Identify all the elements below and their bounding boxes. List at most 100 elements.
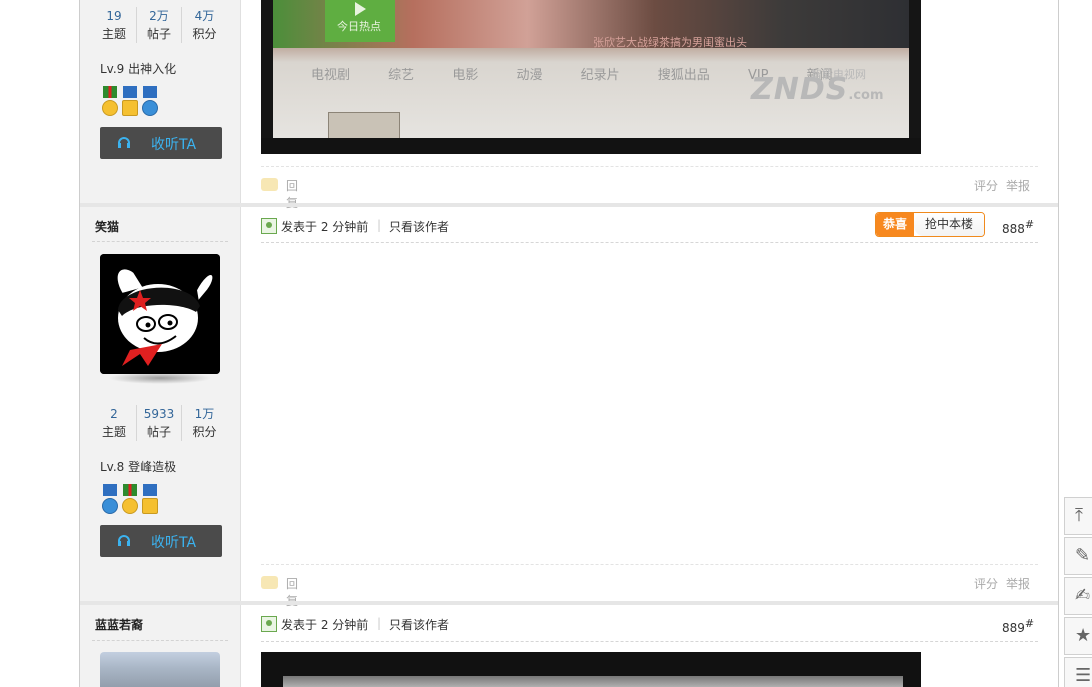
post-footer-divider	[261, 564, 1038, 565]
stat-points[interactable]: 1万 积分	[182, 405, 227, 441]
logo-subtitle: 智能电视网	[811, 68, 866, 81]
tv-nav-item: 动漫	[516, 68, 543, 83]
stat-number: 2	[110, 407, 118, 421]
rate-link[interactable]: 评分	[974, 179, 998, 193]
stat-label: 积分	[192, 27, 217, 41]
post-footer-divider	[261, 166, 1038, 167]
post-header-divider	[261, 641, 1038, 642]
tv-nav-item: 纪录片	[580, 68, 620, 83]
favorite-button[interactable]: ★	[1064, 617, 1092, 655]
user-stats: 2 主题 5933 帖子 1万 积分	[92, 405, 228, 441]
badge-grab-floor: 抢中本楼	[914, 213, 984, 236]
report-link[interactable]: 举报	[1006, 179, 1030, 193]
view-author-only-link[interactable]: 只看该作者	[389, 616, 449, 633]
medal-icon[interactable]	[100, 484, 120, 518]
listen-label: 收听TA	[151, 535, 197, 551]
headphones-icon	[118, 137, 130, 148]
post-time: 发表于 2 分钟前	[281, 618, 369, 632]
report-link[interactable]: 举报	[1006, 577, 1030, 591]
post-separator	[80, 203, 1058, 207]
post-footer-actions: 评分 举报	[974, 575, 1030, 592]
medal-icon[interactable]	[120, 484, 140, 518]
tv-nav-item: 电视剧	[311, 68, 351, 83]
floor-value: 888	[1002, 222, 1025, 236]
user-level[interactable]: Lv.8 登峰造极	[100, 458, 176, 475]
badge-congrats: 恭喜	[876, 213, 914, 236]
user-level[interactable]: Lv.9 出神入化	[100, 60, 176, 77]
reply-icon	[261, 576, 278, 589]
username[interactable]: 蓝蓝若裔	[95, 616, 143, 633]
stat-number: 19	[106, 9, 122, 23]
medal-list	[100, 86, 162, 120]
stat-topics[interactable]: 19 主题	[92, 7, 137, 43]
user-avatar[interactable]	[100, 254, 220, 374]
post-header-divider	[261, 242, 1038, 243]
post-time: 发表于 2 分钟前	[281, 220, 369, 234]
post-separator	[80, 601, 1058, 605]
floor-value: 889	[1002, 621, 1025, 635]
banner-play-label: 今日热点	[337, 20, 381, 33]
stat-number: 5933	[143, 407, 175, 421]
user-avatar[interactable]	[100, 652, 220, 687]
edit-icon: ✎	[1075, 545, 1091, 566]
stat-label: 积分	[192, 425, 217, 439]
medal-icon[interactable]	[100, 86, 120, 120]
stat-number: 4万	[194, 9, 215, 23]
medal-list	[100, 484, 162, 518]
list-icon: ☰	[1075, 665, 1092, 686]
rate-link[interactable]: 评分	[974, 577, 998, 591]
stat-points[interactable]: 4万 积分	[182, 7, 227, 43]
view-author-only-link[interactable]: 只看该作者	[389, 218, 449, 235]
floor-number[interactable]: 888#	[1002, 218, 1034, 236]
listen-button[interactable]: 收听TA	[100, 127, 222, 159]
znds-watermark-logo: 智能电视网 ZNDS.com	[751, 68, 884, 107]
stat-number: 1万	[194, 407, 215, 421]
tv-screen: 今日热点 张欣艺大战绿茶搞为男闺蜜出头 电视剧 综艺 电影 动漫 纪录片 搜狐出…	[273, 0, 909, 140]
medal-icon[interactable]	[120, 86, 140, 120]
tv-nav-item: 电影	[452, 68, 479, 83]
header-separator: |	[377, 218, 382, 232]
post-image-tv-screen[interactable]: 今日热点 张欣艺大战绿茶搞为男闺蜜出头 电视剧 综艺 电影 动漫 纪录片 搜狐出…	[261, 0, 921, 154]
stat-label: 主题	[101, 425, 126, 439]
post-image-content	[283, 676, 903, 687]
medal-icon[interactable]	[140, 86, 160, 120]
username[interactable]: 笑猫	[95, 218, 119, 235]
play-icon: 今日热点	[325, 0, 395, 42]
quick-reply-button[interactable]: ✍	[1064, 577, 1092, 615]
floor-mark: #	[1024, 617, 1035, 630]
rabbit-avatar-image	[100, 254, 220, 374]
stat-label: 帖子	[146, 27, 171, 41]
post-footer-actions: 评分 举报	[974, 177, 1030, 194]
back-to-top-icon: ⤒	[1075, 505, 1083, 526]
medal-icon[interactable]	[140, 484, 160, 518]
stat-posts[interactable]: 2万 帖子	[137, 7, 182, 43]
tv-banner: 今日热点 张欣艺大战绿茶搞为男闺蜜出头	[273, 0, 909, 49]
username-divider	[92, 241, 228, 242]
back-to-top-button[interactable]: ⤒	[1064, 497, 1092, 535]
reply-icon: ✍	[1075, 585, 1091, 606]
stat-number: 2万	[149, 9, 169, 23]
return-to-list-button[interactable]: ☰	[1064, 657, 1092, 687]
headphones-icon	[118, 535, 130, 546]
floor-grab-badge: 恭喜 抢中本楼	[875, 212, 985, 237]
banner-caption: 张欣艺大战绿茶搞为男闺蜜出头	[593, 36, 747, 49]
sidebar-divider	[240, 0, 241, 687]
reply-icon	[261, 178, 278, 191]
listen-button[interactable]: 收听TA	[100, 525, 222, 557]
new-post-button[interactable]: ✎	[1064, 537, 1092, 575]
stat-label: 主题	[101, 27, 126, 41]
floor-mark: #	[1024, 218, 1035, 231]
username-divider	[92, 640, 228, 641]
tv-nav-item: 综艺	[388, 68, 415, 83]
listen-label: 收听TA	[151, 137, 197, 153]
post-image[interactable]	[261, 652, 921, 687]
tv-nav-item: 搜狐出品	[657, 68, 710, 83]
avatar-shadow	[108, 372, 212, 384]
stat-topics[interactable]: 2 主题	[92, 405, 137, 441]
header-separator: |	[377, 616, 382, 630]
stat-posts[interactable]: 5933 帖子	[137, 405, 182, 441]
logo-suffix: .com	[848, 88, 884, 103]
tv-bezel	[261, 138, 921, 154]
floor-number[interactable]: 889#	[1002, 617, 1034, 635]
star-icon: ★	[1075, 625, 1092, 646]
